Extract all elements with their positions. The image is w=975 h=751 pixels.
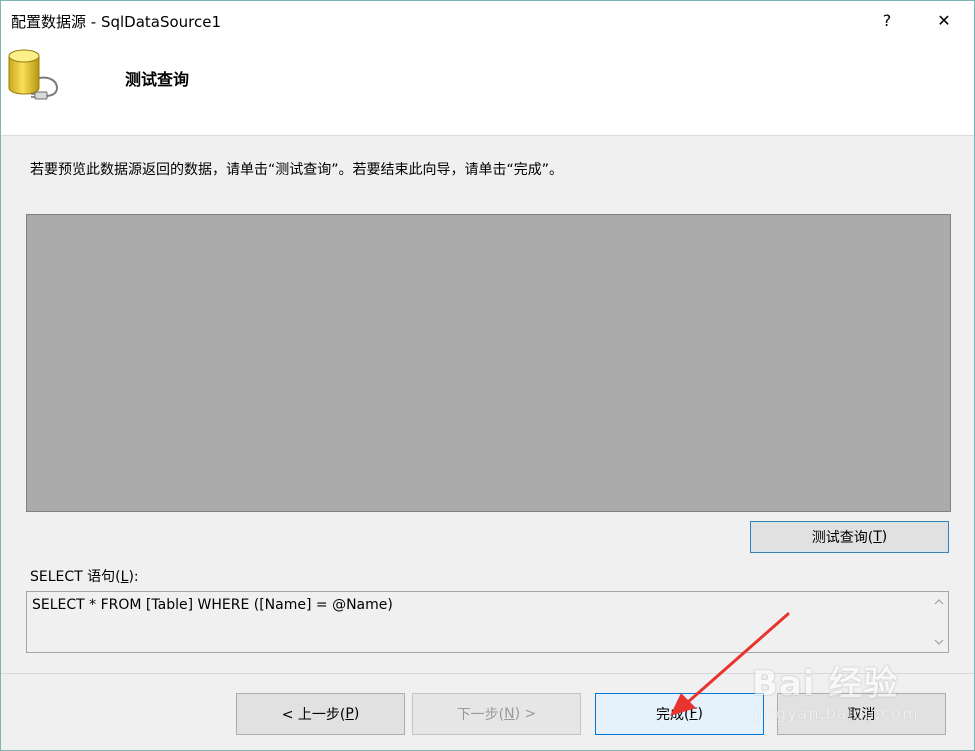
finish-hotkey: F xyxy=(689,706,698,722)
scroll-down-icon[interactable] xyxy=(930,634,948,650)
cancel-label: 取消 xyxy=(847,707,876,723)
next-hotkey: N xyxy=(504,706,515,722)
finish-suffix: ) xyxy=(697,706,703,722)
test-query-suffix: ) xyxy=(881,529,888,545)
cancel-button[interactable]: 取消 xyxy=(777,693,946,735)
sql-label-suffix: ): xyxy=(128,569,139,585)
dialog-window: 配置数据源 - SqlDataSource1 ? ✕ 测试查询 若要预览此数据源… xyxy=(0,0,975,751)
close-button[interactable]: ✕ xyxy=(928,7,960,33)
sql-statement-value: SELECT * FROM [Table] WHERE ([Name] = @N… xyxy=(32,597,393,613)
database-plug-icon xyxy=(8,49,59,100)
title-bar: 配置数据源 - SqlDataSource1 ? ✕ xyxy=(1,1,974,39)
help-button[interactable]: ? xyxy=(871,7,903,33)
footer-divider xyxy=(1,673,974,674)
test-query-hotkey: T xyxy=(873,529,882,545)
finish-label: 完成( xyxy=(656,707,690,723)
test-query-label: 测试查询( xyxy=(811,530,874,546)
back-label: < 上一步( xyxy=(281,707,346,723)
back-button[interactable]: < 上一步(P) xyxy=(236,693,405,735)
sql-label-text: SELECT 语句( xyxy=(30,569,121,585)
wizard-header: 测试查询 xyxy=(1,39,974,136)
next-button[interactable]: 下一步(N) > xyxy=(412,693,581,735)
back-suffix: ) xyxy=(353,706,360,722)
scroll-up-icon[interactable] xyxy=(930,594,948,610)
sql-statement-label: SELECT 语句(L): xyxy=(30,566,139,586)
test-query-button[interactable]: 测试查询(T) xyxy=(750,521,949,553)
close-icon: ✕ xyxy=(937,10,951,30)
page-title: 测试查询 xyxy=(125,70,190,89)
finish-button[interactable]: 完成(F) xyxy=(595,693,764,735)
next-label: 下一步( xyxy=(456,707,505,723)
back-hotkey: P xyxy=(345,706,354,722)
sql-scrollbar[interactable] xyxy=(930,592,948,652)
instruction-text: 若要预览此数据源返回的数据，请单击“测试查询”。若要结束此向导，请单击“完成”。 xyxy=(30,162,564,178)
window-title: 配置数据源 - SqlDataSource1 xyxy=(11,13,222,31)
results-preview-grid[interactable] xyxy=(26,214,951,512)
next-suffix: ) > xyxy=(514,706,537,722)
sql-statement-textbox[interactable]: SELECT * FROM [Table] WHERE ([Name] = @N… xyxy=(26,591,949,653)
